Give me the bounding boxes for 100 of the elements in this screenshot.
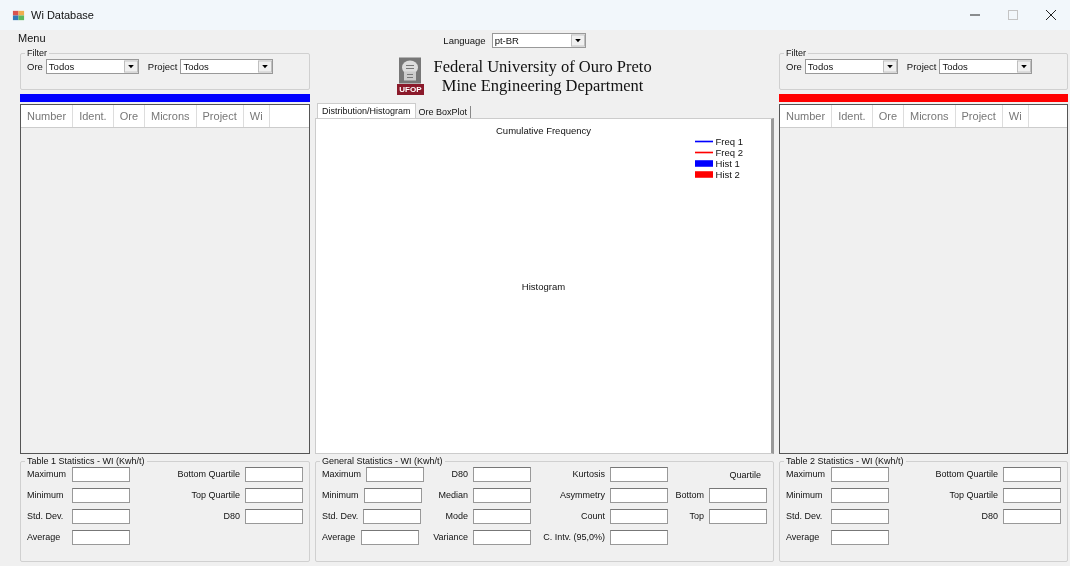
input-field[interactable]: [709, 487, 767, 503]
input-field[interactable]: [709, 508, 767, 524]
field-label: Ore: [27, 61, 43, 72]
input-field[interactable]: [831, 508, 889, 524]
emblem-icon: [399, 57, 422, 84]
field-label: Average: [786, 532, 821, 542]
field-label: Language: [443, 34, 486, 46]
input-field[interactable]: [72, 508, 130, 524]
maximize-icon: [1008, 10, 1018, 20]
input-field[interactable]: [473, 508, 531, 524]
field-label: Bottom Quartile: [177, 469, 240, 479]
header-title: Federal University of Ouro Preto: [433, 57, 652, 76]
field-label: Std. Dev.: [27, 511, 65, 521]
column-header[interactable]: Ore: [113, 105, 145, 127]
app-icon: [12, 8, 25, 22]
legend-label: Hist 1: [715, 158, 740, 169]
input-field[interactable]: [72, 466, 130, 482]
column-header[interactable]: Project: [955, 105, 1003, 127]
column-header[interactable]: Number: [780, 105, 833, 127]
input-field[interactable]: [1003, 487, 1061, 503]
column-header[interactable]: Wi: [243, 105, 270, 127]
field-label: Bottom Quartile: [935, 469, 998, 479]
field-label: Maximum: [322, 469, 361, 479]
field-label: Minimum: [786, 490, 824, 500]
input-field[interactable]: [473, 466, 531, 482]
logo-badge: UFOP: [397, 84, 424, 95]
dropdown[interactable]: Todos: [804, 59, 898, 74]
column-header[interactable]: Ident.: [73, 105, 114, 127]
group-title: General Statistics - WI (Kwh/t): [321, 456, 444, 466]
column-header[interactable]: Ident.: [832, 105, 873, 127]
input-field[interactable]: [361, 529, 419, 545]
field-label: Variance: [432, 532, 468, 542]
input-field[interactable]: [831, 529, 889, 545]
input-field[interactable]: [72, 529, 130, 545]
header-title: Mine Engineering Department: [441, 76, 644, 95]
field-label: Std. Dev.: [786, 511, 824, 521]
input-field[interactable]: [473, 487, 531, 503]
legend-label: Freq 1: [715, 136, 743, 147]
input-field[interactable]: [610, 466, 668, 482]
input-field[interactable]: [610, 487, 668, 503]
field-label: Minimum: [27, 490, 65, 500]
input-field[interactable]: [610, 508, 668, 524]
legend-label: Hist 2: [715, 169, 740, 180]
input-field[interactable]: [363, 487, 422, 503]
field-label: Average: [27, 532, 62, 542]
input-field[interactable]: [245, 508, 303, 524]
input-field[interactable]: [363, 508, 422, 524]
field-label: Project: [906, 61, 937, 72]
field-label: Top Quartile: [191, 490, 240, 500]
field-label: Top: [688, 511, 704, 521]
window-title: Wi Database: [31, 9, 94, 21]
field-label: D80: [450, 469, 468, 479]
dropdown[interactable]: pt-BR: [491, 32, 586, 48]
field-label: Minimum: [322, 490, 359, 500]
field-label: D80: [980, 511, 998, 521]
close-icon: [1046, 10, 1056, 20]
legend-label: Freq 2: [715, 147, 743, 158]
input-field[interactable]: [245, 466, 303, 482]
column-header[interactable]: Wi: [1002, 105, 1029, 127]
column-header[interactable]: Project: [196, 105, 244, 127]
field-label: Mode: [444, 511, 468, 521]
field-label: Bottom: [674, 490, 704, 500]
field-label: Kurtosis: [571, 469, 605, 479]
group-title: Table 1 Statistics - WI (Kwh/t): [26, 456, 146, 466]
dropdown[interactable]: Todos: [939, 59, 1033, 74]
field-label: Top Quartile: [949, 490, 998, 500]
field-label: Maximum: [27, 469, 67, 479]
field-label: Quartile: [729, 470, 761, 480]
input-field[interactable]: [831, 466, 889, 482]
column-header[interactable]: Number: [21, 105, 74, 127]
column-header[interactable]: Microns: [904, 105, 956, 127]
chart-subtitle: Histogram: [521, 280, 566, 292]
chart-title: Cumulative Frequency: [496, 125, 592, 136]
group-title: Filter: [26, 48, 48, 58]
field-label: Project: [147, 61, 178, 72]
field-label: Std. Dev.: [322, 511, 359, 521]
input-field[interactable]: [72, 487, 130, 503]
field-label: Average: [322, 532, 356, 542]
input-field[interactable]: [1003, 508, 1061, 524]
menu-item[interactable]: Menu: [18, 32, 46, 44]
input-field[interactable]: [1003, 466, 1061, 482]
tab[interactable]: Distribution/Histogram: [317, 103, 416, 118]
dropdown[interactable]: Todos: [45, 59, 139, 74]
group-title: Table 2 Statistics - WI (Kwh/t): [785, 456, 905, 466]
column-header[interactable]: Microns: [145, 105, 197, 127]
field-label: Asymmetry: [559, 490, 605, 500]
field-label: Median: [437, 490, 468, 500]
field-label: Maximum: [786, 469, 826, 479]
group-title: Filter: [785, 48, 807, 58]
input-field[interactable]: [473, 529, 531, 545]
input-field[interactable]: [245, 487, 303, 503]
field-label: Ore: [786, 61, 802, 72]
field-label: Count: [580, 511, 605, 521]
column-header[interactable]: Ore: [872, 105, 904, 127]
input-field[interactable]: [610, 529, 668, 545]
field-label: C. Intv. (95,0%): [542, 532, 605, 542]
dropdown[interactable]: Todos: [180, 59, 274, 74]
field-label: D80: [222, 511, 240, 521]
input-field[interactable]: [831, 487, 889, 503]
input-field[interactable]: [366, 466, 424, 482]
